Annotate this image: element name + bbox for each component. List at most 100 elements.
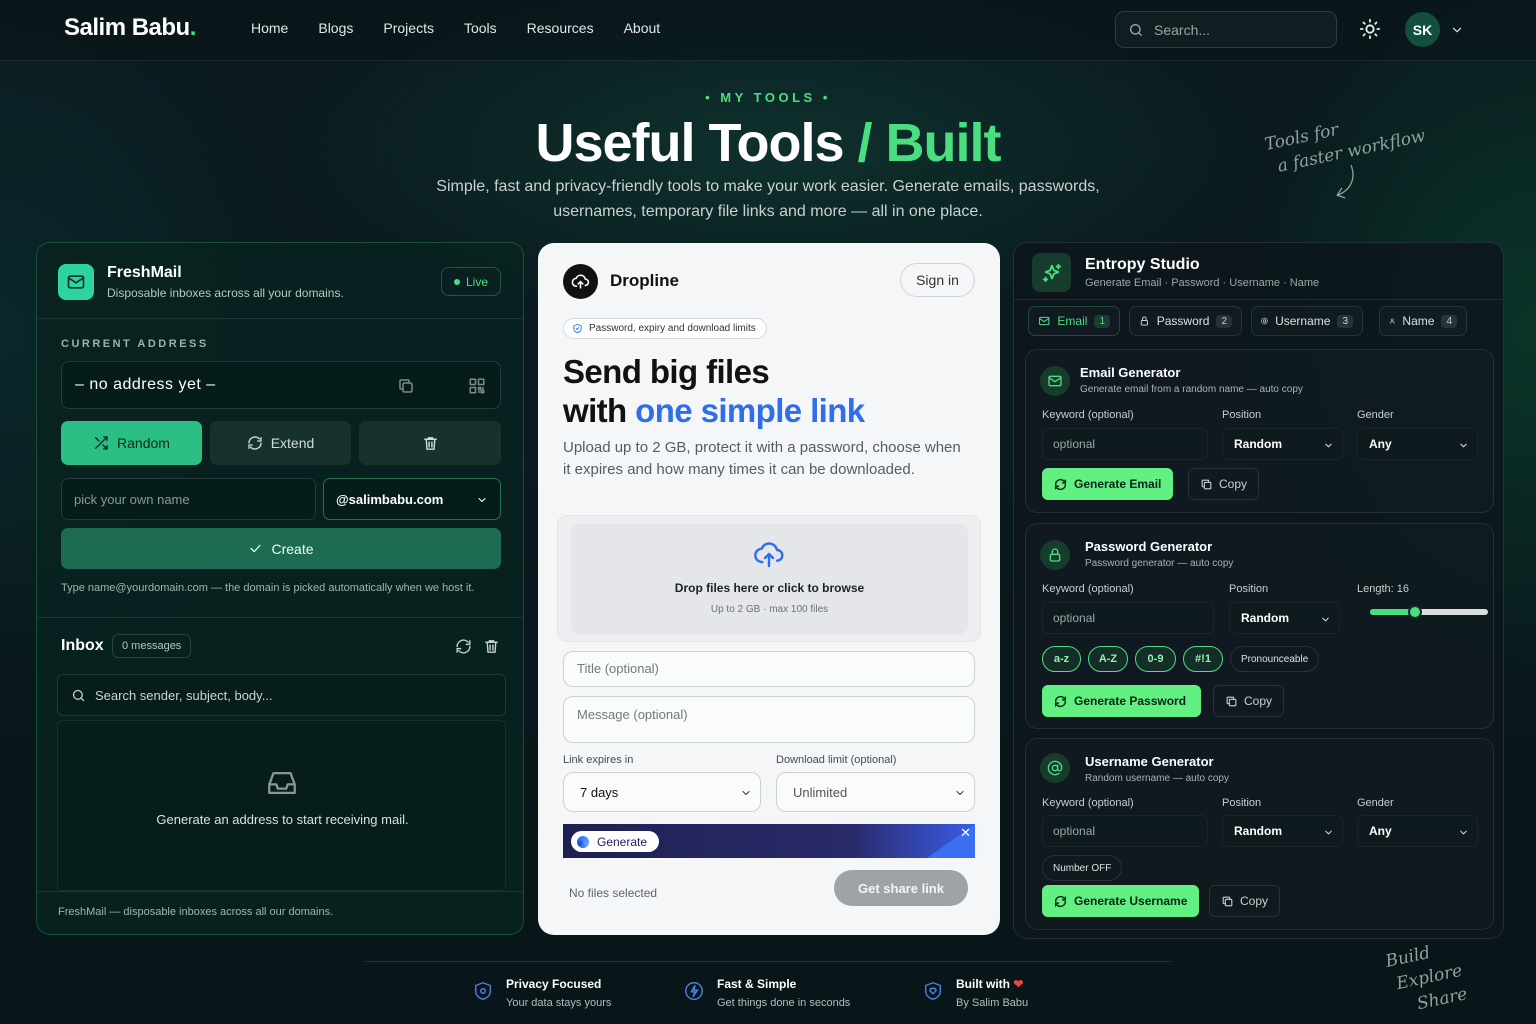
account-chevron-down-icon[interactable] bbox=[1450, 23, 1464, 37]
trash-icon bbox=[423, 436, 437, 450]
nav-link-blogs[interactable]: Blogs bbox=[318, 20, 353, 36]
copy-icon[interactable] bbox=[397, 377, 415, 395]
tab-email[interactable]: Email 1 bbox=[1028, 306, 1120, 336]
ad-banner[interactable]: Generate ✕ bbox=[563, 824, 975, 858]
theme-toggle-sun-icon[interactable] bbox=[1359, 18, 1381, 40]
chip-lowercase[interactable]: a-z bbox=[1042, 646, 1081, 672]
tab-name[interactable]: Name 4 bbox=[1379, 306, 1467, 336]
dropline-card: Dropline Sign in Password, expiry and do… bbox=[538, 243, 1000, 935]
nav-link-projects[interactable]: Projects bbox=[383, 20, 434, 36]
pronounceable-toggle[interactable]: Pronounceable bbox=[1230, 646, 1320, 672]
email-generator-title: Email Generator bbox=[1080, 365, 1181, 380]
create-button[interactable]: Create bbox=[61, 528, 501, 569]
copy-password-button[interactable]: Copy bbox=[1213, 685, 1285, 717]
title-input[interactable]: Title (optional) bbox=[563, 651, 975, 687]
keyword-label: Keyword (optional) bbox=[1042, 583, 1134, 595]
entropy-subtitle: Generate Email · Password · Username · N… bbox=[1085, 277, 1320, 289]
lock-icon bbox=[1140, 316, 1148, 326]
search-input[interactable]: Search... bbox=[1115, 11, 1337, 48]
download-limit-select[interactable]: Unlimited bbox=[776, 772, 975, 812]
email-gender-select[interactable]: Any bbox=[1357, 428, 1478, 460]
shield-icon bbox=[474, 982, 492, 1000]
chevron-down-icon bbox=[478, 498, 486, 502]
message-textarea[interactable]: Message (optional) bbox=[563, 696, 975, 743]
email-keyword-input[interactable]: optional bbox=[1042, 428, 1208, 460]
copy-icon bbox=[1226, 696, 1237, 706]
extend-button[interactable]: Extend bbox=[210, 421, 351, 465]
footer-divider bbox=[365, 961, 1171, 962]
top-nav: Salim Babu. Home Blogs Projects Tools Re… bbox=[0, 0, 1536, 61]
qr-code-icon[interactable] bbox=[468, 377, 486, 395]
dropline-title: Dropline bbox=[610, 271, 679, 290]
delete-address-button[interactable] bbox=[359, 421, 501, 465]
generate-password-button[interactable]: Generate Password bbox=[1042, 685, 1201, 717]
username-position-select[interactable]: Random bbox=[1222, 815, 1343, 847]
avatar[interactable]: SK bbox=[1405, 12, 1440, 47]
password-position-select[interactable]: Random bbox=[1229, 602, 1340, 634]
position-label: Position bbox=[1222, 797, 1262, 809]
clear-inbox-trash-icon[interactable] bbox=[483, 638, 500, 655]
get-share-link-button[interactable]: Get share link bbox=[834, 870, 968, 906]
no-files-status: No files selected bbox=[569, 886, 658, 900]
tab-username[interactable]: Username 3 bbox=[1251, 306, 1363, 336]
email-position-select[interactable]: Random bbox=[1222, 428, 1343, 460]
slider-handle[interactable] bbox=[1407, 605, 1422, 619]
chip-uppercase[interactable]: A-Z bbox=[1088, 646, 1128, 672]
username-gender-select[interactable]: Any bbox=[1357, 815, 1478, 847]
shuffle-icon bbox=[95, 436, 108, 450]
generate-username-button[interactable]: Generate Username bbox=[1042, 885, 1200, 917]
handwritten-note-bottom: Build Explore Share bbox=[1383, 942, 1470, 1015]
nav-link-about[interactable]: About bbox=[624, 20, 661, 36]
divider bbox=[37, 617, 523, 618]
custom-name-input[interactable]: pick your own name bbox=[61, 478, 316, 520]
mail-icon bbox=[1039, 316, 1050, 326]
heart-shield-icon bbox=[924, 982, 942, 1000]
refresh-icon bbox=[248, 436, 262, 450]
password-keyword-input[interactable]: optional bbox=[1042, 602, 1214, 634]
keyword-label: Keyword (optional) bbox=[1042, 409, 1134, 421]
message-count-badge: 0 messages bbox=[112, 634, 192, 658]
refresh-icon bbox=[1054, 695, 1067, 707]
banner-generate-button[interactable]: Generate bbox=[571, 831, 660, 852]
position-label: Position bbox=[1222, 409, 1262, 421]
inbox-tray-icon bbox=[268, 771, 296, 795]
length-slider[interactable] bbox=[1370, 605, 1488, 619]
password-generator-section: Password Generator Password generator — … bbox=[1025, 523, 1494, 729]
refresh-icon bbox=[1054, 895, 1067, 907]
search-icon bbox=[72, 689, 85, 701]
email-generator-section: Email Generator Generate email from a ra… bbox=[1025, 349, 1494, 513]
username-generator-section: Username Generator Random username — aut… bbox=[1025, 738, 1494, 930]
username-keyword-input[interactable]: optional bbox=[1042, 815, 1208, 847]
number-toggle[interactable]: Number OFF bbox=[1042, 855, 1123, 881]
divider bbox=[37, 318, 523, 319]
random-button[interactable]: Random bbox=[61, 421, 202, 465]
copy-username-button[interactable]: Copy bbox=[1209, 885, 1281, 917]
domain-select[interactable]: @salimbabu.com bbox=[323, 478, 501, 520]
nav-link-resources[interactable]: Resources bbox=[527, 20, 594, 36]
sign-in-button[interactable]: Sign in bbox=[900, 263, 975, 297]
email-generator-subtitle: Generate email from a random name — auto… bbox=[1080, 384, 1303, 395]
close-icon[interactable]: ✕ bbox=[960, 825, 971, 841]
file-dropzone[interactable]: Drop files here or click to browse Up to… bbox=[557, 515, 981, 642]
refresh-inbox-icon[interactable] bbox=[455, 638, 472, 655]
expires-select[interactable]: 7 days bbox=[563, 772, 761, 812]
nav-link-tools[interactable]: Tools bbox=[464, 20, 497, 36]
features-pill: Password, expiry and download limits bbox=[563, 318, 767, 339]
inbox-search-input[interactable]: Search sender, subject, body... bbox=[57, 674, 506, 716]
tab-password[interactable]: Password 2 bbox=[1129, 306, 1242, 336]
at-sign-icon bbox=[1261, 317, 1268, 325]
freshmail-footer: FreshMail — disposable inboxes across al… bbox=[58, 906, 334, 918]
password-generator-title: Password Generator bbox=[1085, 539, 1213, 554]
copy-email-button[interactable]: Copy bbox=[1188, 468, 1260, 500]
nav-link-home[interactable]: Home bbox=[251, 20, 288, 36]
position-label: Position bbox=[1229, 583, 1269, 595]
chip-digits[interactable]: 0-9 bbox=[1135, 646, 1176, 672]
dropline-heading: Send big files with one simple link bbox=[563, 353, 865, 429]
bolt-icon bbox=[685, 982, 703, 1000]
search-placeholder: Search... bbox=[1154, 21, 1211, 38]
chevron-down-icon bbox=[1322, 617, 1329, 622]
chip-symbols[interactable]: #!1 bbox=[1183, 646, 1223, 672]
generate-email-button[interactable]: Generate Email bbox=[1042, 468, 1174, 500]
site-logo[interactable]: Salim Babu. bbox=[64, 14, 196, 42]
inbox-empty-state: Generate an address to start receiving m… bbox=[57, 720, 506, 891]
